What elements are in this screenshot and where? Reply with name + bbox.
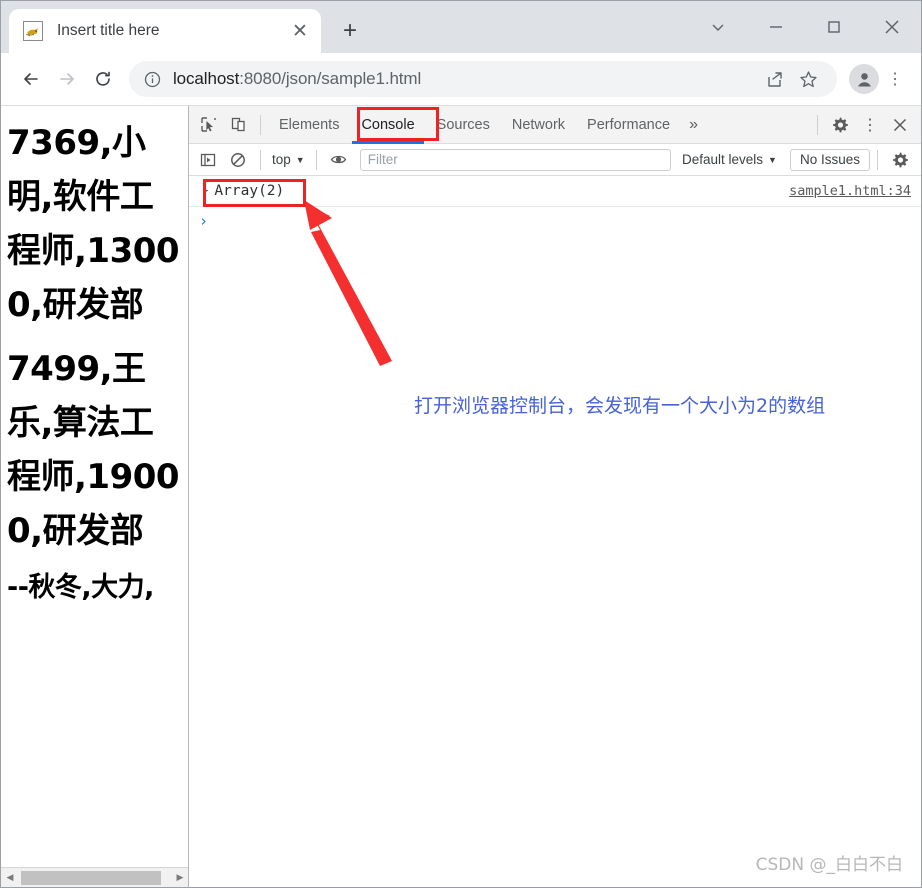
scrollbar-track[interactable] (19, 869, 171, 887)
devtools-close-icon[interactable] (885, 110, 915, 140)
scrollbar-thumb[interactable] (21, 870, 161, 885)
console-source-link[interactable]: sample1.html:34 (789, 183, 911, 199)
scroll-left-arrow-icon[interactable]: ◀ (1, 869, 19, 887)
content-area: 7369,小明,软件工程师,13000,研发部 7499,王乐,算法工程师,19… (1, 106, 921, 887)
maximize-icon[interactable] (805, 1, 863, 53)
live-expressions-eye-icon[interactable] (324, 145, 354, 175)
new-tab-button[interactable]: + (333, 14, 367, 48)
minimize-icon[interactable] (747, 1, 805, 53)
page-horizontal-scrollbar[interactable]: ◀ ▶ (1, 867, 188, 887)
settings-gear-icon[interactable] (825, 110, 855, 140)
tab-sources[interactable]: Sources (426, 106, 501, 144)
console-output[interactable]: ▶ Array(2) sample1.html:34 › 打开浏览器控制台，会发… (189, 176, 921, 887)
console-filter-bar: top ▼ Filter Default levels ▼ No Issues (189, 144, 921, 176)
inspect-element-icon[interactable] (193, 110, 223, 140)
window-controls (689, 1, 921, 53)
devtools-panel: Elements Console Sources Network Perform… (189, 106, 921, 887)
tomcat-icon (23, 21, 43, 41)
tab-search-icon[interactable] (689, 1, 747, 53)
annotation-callout-text: 打开浏览器控制台，会发现有一个大小为2的数组 (414, 395, 826, 417)
clear-console-icon[interactable] (223, 145, 253, 175)
scroll-right-arrow-icon[interactable]: ▶ (171, 869, 188, 887)
tab-performance[interactable]: Performance (576, 106, 681, 144)
site-info-icon[interactable] (141, 68, 163, 90)
console-input-prompt[interactable]: › (189, 207, 921, 235)
issues-button[interactable]: No Issues (789, 148, 870, 171)
browser-toolbar: localhost:8080/json/sample1.html ⋮ (1, 53, 921, 106)
console-log-row[interactable]: ▶ Array(2) sample1.html:34 (189, 176, 921, 207)
url-host: localhost (173, 69, 240, 88)
console-log-text: Array(2) (214, 183, 285, 199)
tab-close-icon[interactable]: ✕ (287, 18, 313, 44)
close-window-icon[interactable] (863, 1, 921, 53)
profile-avatar[interactable] (849, 64, 879, 94)
log-levels-label: Default levels (682, 152, 764, 167)
execution-context-selector[interactable]: top ▼ (268, 152, 309, 167)
chevron-down-icon: ▼ (295, 154, 305, 165)
console-settings-gear-icon[interactable] (885, 145, 915, 175)
devtools-tabbar: Elements Console Sources Network Perform… (189, 106, 921, 144)
page-content: 7369,小明,软件工程师,13000,研发部 7499,王乐,算法工程师,19… (1, 106, 188, 853)
chevron-down-icon: ▼ (768, 154, 777, 165)
toolbar-divider (260, 114, 261, 135)
share-icon[interactable] (757, 64, 791, 94)
log-levels-selector[interactable]: Default levels ▼ (677, 152, 782, 167)
console-filter-input[interactable]: Filter (359, 148, 671, 171)
reload-button-icon[interactable] (85, 61, 121, 97)
toolbar-divider (817, 114, 818, 135)
page-record-line: 7499,王乐,算法工程师,19000,研发部 (7, 349, 180, 551)
watermark-text: CSDN @_白白不白 (755, 855, 903, 875)
page-record-line: 7369,小明,软件工程师,13000,研发部 (7, 123, 180, 325)
toolbar-divider (260, 149, 261, 170)
page-footer-line: --秋冬,大力, (7, 572, 154, 603)
omnibox-actions (757, 64, 825, 94)
console-sidebar-icon[interactable] (193, 145, 223, 175)
bookmark-star-icon[interactable] (791, 64, 825, 94)
web-page-pane: 7369,小明,软件工程师,13000,研发部 7499,王乐,算法工程师,19… (1, 106, 189, 887)
devtools-tabbar-actions: ⋮ (810, 110, 921, 140)
tab-title: Insert title here (57, 22, 160, 39)
toolbar-divider (877, 149, 878, 170)
browser-menu-icon[interactable]: ⋮ (879, 61, 911, 97)
toolbar-divider (315, 149, 317, 170)
tab-elements[interactable]: Elements (268, 106, 350, 144)
tab-network[interactable]: Network (501, 106, 576, 144)
tab-strip: Insert title here ✕ + (1, 1, 921, 53)
browser-window: Insert title here ✕ + localhost:8080/jso… (0, 0, 922, 888)
url-path: :8080/json/sample1.html (239, 69, 422, 88)
address-bar[interactable]: localhost:8080/json/sample1.html (129, 61, 837, 97)
expand-triangle-icon[interactable]: ▶ (203, 186, 208, 196)
forward-button-icon[interactable] (49, 61, 85, 97)
execution-context-label: top (272, 152, 291, 167)
devtools-menu-icon[interactable]: ⋮ (855, 110, 885, 140)
url-text[interactable]: localhost:8080/json/sample1.html (173, 69, 757, 89)
device-toolbar-icon[interactable] (223, 110, 253, 140)
more-tabs-icon[interactable]: » (681, 106, 706, 144)
tab-console[interactable]: Console (350, 106, 425, 144)
back-button-icon[interactable] (13, 61, 49, 97)
browser-tab[interactable]: Insert title here ✕ (9, 9, 321, 53)
